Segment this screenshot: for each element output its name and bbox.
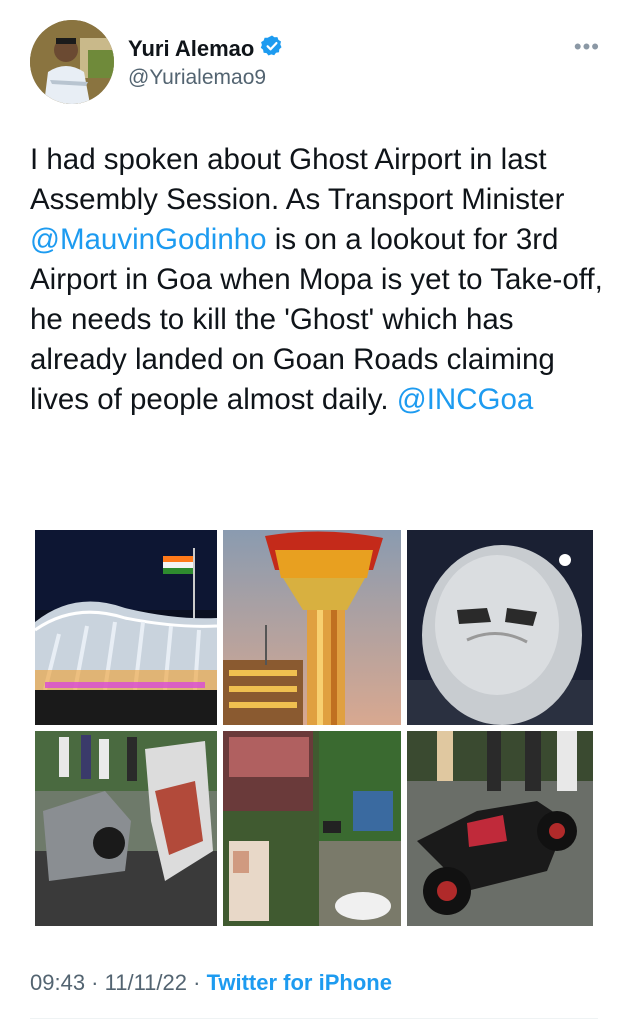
mention-link[interactable]: @INCGoa [397, 383, 534, 416]
author-handle[interactable]: @Yurialemao9 [128, 66, 266, 90]
photo-damaged-aircraft[interactable] [407, 530, 593, 725]
verified-badge-icon [260, 34, 284, 63]
avatar[interactable] [30, 20, 114, 104]
author-name-row[interactable]: Yuri Alemao [128, 34, 284, 63]
meta-separator: · [187, 970, 207, 995]
more-options-button[interactable]: ••• [574, 34, 600, 60]
media-collage[interactable] [35, 530, 593, 926]
divider [30, 1018, 598, 1019]
photo-airport-terminal[interactable] [35, 530, 217, 725]
tweet-date[interactable]: 11/11/22 [105, 970, 187, 995]
photo-control-tower[interactable] [223, 530, 401, 725]
tweet-source-link[interactable]: Twitter for iPhone [207, 970, 392, 995]
more-horizontal-icon: ••• [573, 34, 600, 59]
tweet-meta: 09:43 · 11/11/22 · Twitter for iPhone [30, 970, 392, 996]
mention-link[interactable]: @MauvinGodinho [30, 223, 267, 256]
photo-crushed-car[interactable] [35, 731, 217, 926]
tweet-time[interactable]: 09:43 [30, 970, 85, 995]
avatar-image [30, 20, 114, 104]
tweet-text: I had spoken about Ghost Airport in last… [30, 140, 610, 420]
author-name[interactable]: Yuri Alemao [128, 36, 254, 62]
photo-wrecked-scooter[interactable] [407, 731, 593, 926]
meta-separator: · [85, 970, 105, 995]
photo-wreck-and-license[interactable] [223, 731, 401, 926]
tweet-text-segment: I had spoken about Ghost Airport in last… [30, 143, 565, 216]
